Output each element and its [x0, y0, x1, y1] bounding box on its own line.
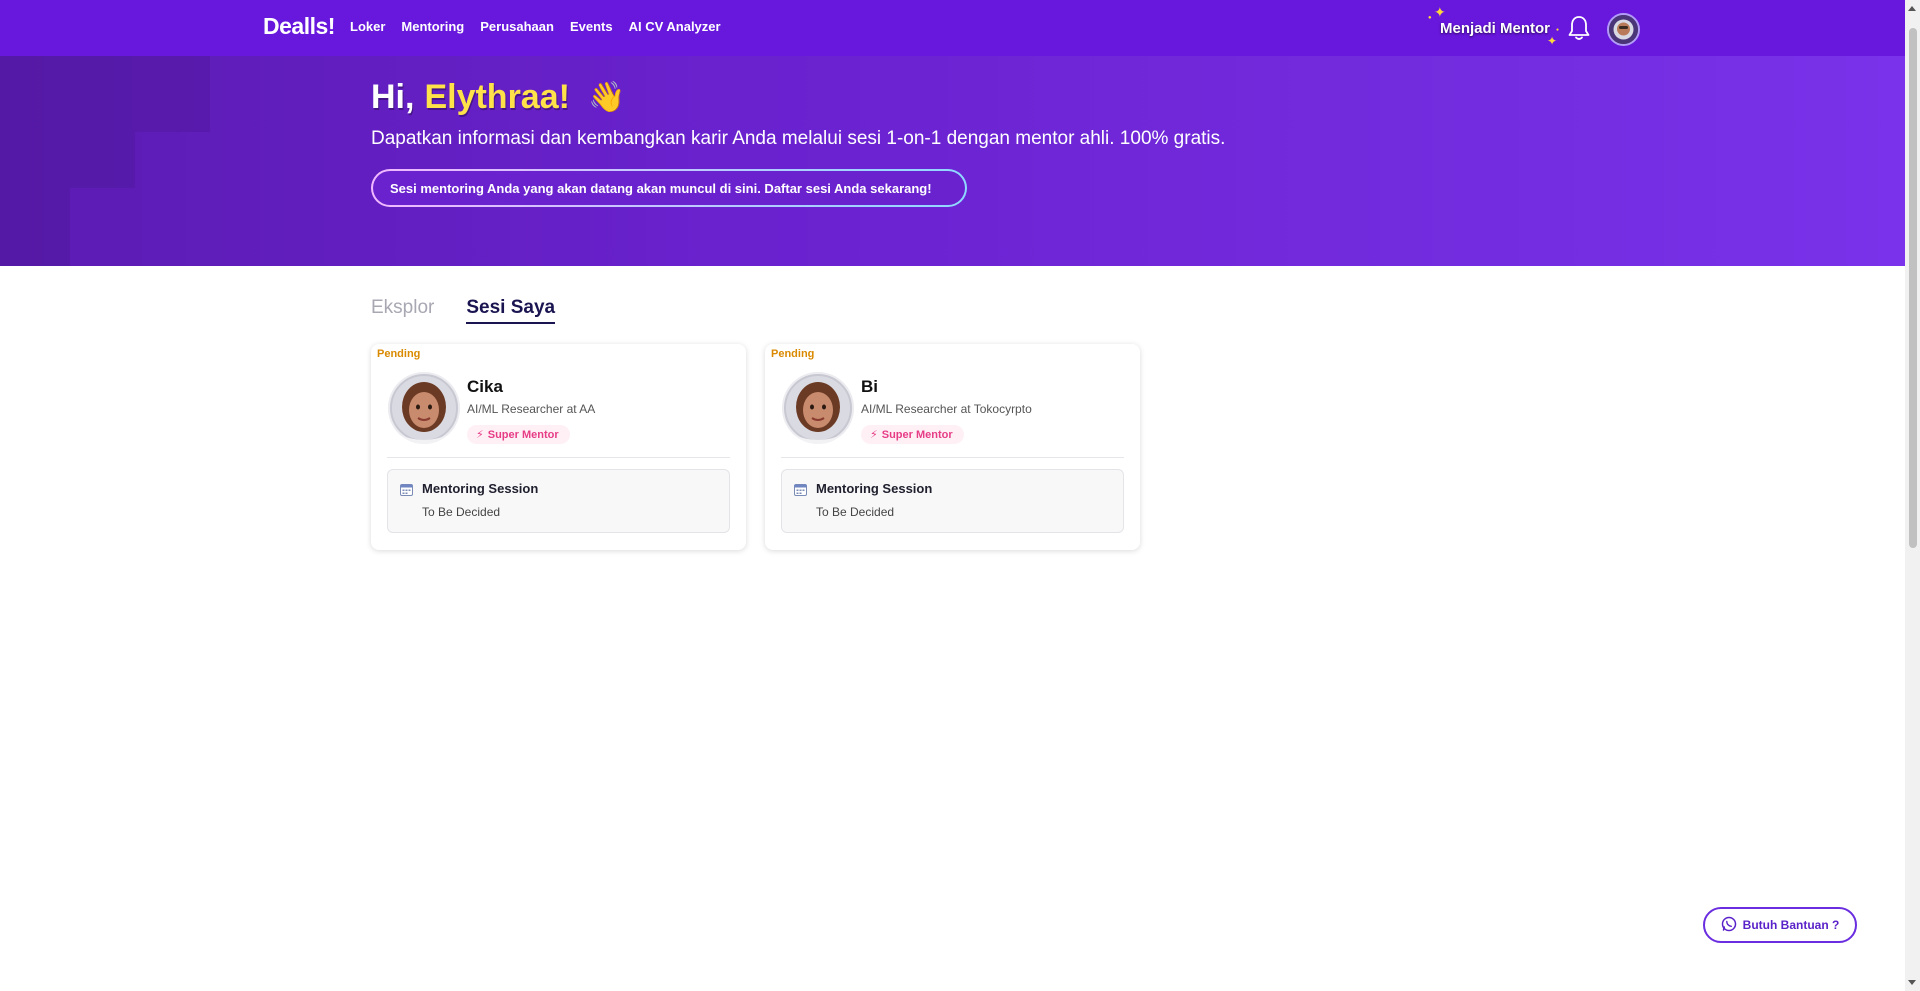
super-mentor-label: Super Mentor	[881, 428, 953, 441]
become-mentor-label: Menjadi Mentor	[1439, 19, 1550, 37]
calendar-icon	[794, 483, 807, 496]
hero-decoration	[0, 56, 210, 132]
scroll-up-icon[interactable]	[1908, 6, 1916, 11]
hero-banner: Hi, Elythraa! 👋 Dapatkan informasi dan k…	[0, 56, 1905, 266]
hero-decoration	[0, 188, 70, 266]
sparkle-icon: ●	[1556, 27, 1560, 33]
hero-subtitle: Dapatkan informasi dan kembangkan karir …	[371, 128, 1226, 149]
mentor-avatar	[782, 372, 854, 444]
session-title: Mentoring Session	[816, 481, 933, 496]
super-mentor-badge: ⚡ Super Mentor	[467, 425, 570, 444]
sparkle-icon: ✦	[1434, 4, 1446, 20]
mentor-role: AI/ML Researcher at AA	[467, 402, 596, 416]
greeting-name: Elythraa!	[424, 78, 570, 116]
lightning-icon: ⚡	[870, 429, 878, 441]
nav-link-perusahaan[interactable]: Perusahaan	[480, 19, 554, 34]
session-title: Mentoring Session	[422, 481, 539, 496]
lightning-icon: ⚡	[476, 429, 484, 441]
tab-eksplor[interactable]: Eksplor	[371, 297, 434, 324]
session-time: To Be Decided	[816, 505, 895, 519]
nav-link-loker[interactable]: Loker	[350, 19, 385, 34]
status-badge: Pending	[771, 348, 815, 360]
session-card[interactable]: Pending Cika AI/ML Researcher at AA ⚡ Su…	[371, 344, 746, 550]
top-navbar: Dealls! Loker Mentoring Perusahaan Event…	[0, 0, 1905, 56]
help-button[interactable]: Butuh Bantuan ?	[1703, 907, 1857, 943]
bell-icon[interactable]	[1566, 14, 1592, 42]
wave-icon: 👋	[587, 81, 626, 114]
tab-sesi-saya[interactable]: Sesi Saya	[466, 297, 556, 324]
dealls-logo[interactable]: Dealls!	[263, 13, 335, 40]
mentoring-tabs: Eksplor Sesi Saya	[371, 297, 556, 324]
greeting-heading: Hi, Elythraa! 👋	[371, 78, 625, 117]
mentor-name: Bi	[861, 377, 878, 396]
scroll-thumb[interactable]	[1909, 28, 1917, 548]
session-card[interactable]: Pending Bi AI/ML Researcher at Tokocyrpt…	[765, 344, 1140, 550]
upcoming-session-text: Sesi mentoring Anda yang akan datang aka…	[373, 171, 965, 205]
mentor-avatar	[388, 372, 460, 444]
session-details: Mentoring Session To Be Decided	[387, 469, 730, 533]
card-divider	[387, 457, 730, 458]
sparkle-icon: ●	[1428, 15, 1432, 21]
hero-decoration	[0, 132, 135, 188]
user-avatar-icon[interactable]	[1607, 13, 1640, 46]
super-mentor-badge: ⚡ Super Mentor	[861, 425, 964, 444]
card-divider	[781, 457, 1124, 458]
page-scrollbar[interactable]	[1905, 0, 1920, 991]
scroll-down-icon[interactable]	[1908, 980, 1916, 985]
session-details: Mentoring Session To Be Decided	[781, 469, 1124, 533]
sparkle-icon: ✦	[1547, 34, 1558, 48]
status-badge: Pending	[377, 348, 421, 360]
session-time: To Be Decided	[422, 505, 501, 519]
super-mentor-label: Super Mentor	[487, 428, 559, 441]
nav-link-mentoring[interactable]: Mentoring	[401, 19, 464, 34]
nav-link-events[interactable]: Events	[570, 19, 613, 34]
calendar-icon	[400, 483, 413, 496]
help-label: Butuh Bantuan ?	[1742, 918, 1840, 932]
become-mentor-button[interactable]: ✦ ● ✦ ● Menjadi Mentor	[1428, 4, 1560, 50]
nav-link-ai-cv-analyzer[interactable]: AI CV Analyzer	[629, 19, 721, 34]
mentor-name: Cika	[467, 377, 503, 396]
nav-links: Loker Mentoring Perusahaan Events AI CV …	[350, 19, 721, 34]
whatsapp-icon	[1721, 916, 1737, 935]
greeting-hi: Hi,	[371, 78, 415, 116]
mentor-role: AI/ML Researcher at Tokocyrpto	[861, 402, 1032, 416]
upcoming-session-notice: Sesi mentoring Anda yang akan datang aka…	[371, 169, 967, 207]
